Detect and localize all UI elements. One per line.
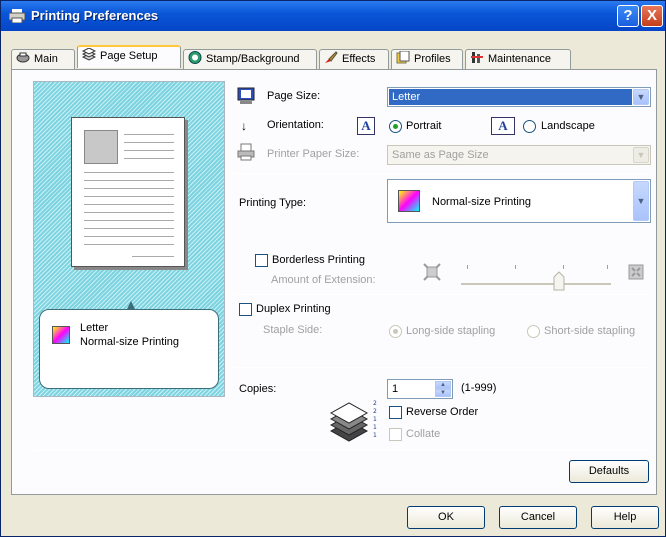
extension-slider-track[interactable] bbox=[461, 283, 611, 285]
amount-of-extension-label: Amount of Extension: bbox=[271, 274, 376, 286]
svg-text:2: 2 bbox=[373, 408, 377, 415]
duplex-printing-checkbox[interactable] bbox=[239, 303, 252, 316]
tools-icon bbox=[471, 52, 483, 63]
pages-icon bbox=[82, 48, 96, 61]
extension-slider-thumb[interactable] bbox=[553, 271, 565, 291]
window-title: Printing Preferences bbox=[31, 8, 159, 23]
normal-size-printing-icon bbox=[52, 326, 70, 344]
duplex-printing-label[interactable]: Duplex Printing bbox=[256, 303, 331, 315]
close-button[interactable]: X bbox=[641, 5, 663, 27]
expand-extension-icon bbox=[628, 264, 644, 280]
arrow-down-icon: ↓ bbox=[241, 119, 247, 133]
page-size-label: Page Size: bbox=[267, 90, 321, 102]
preview-page-size: Letter bbox=[80, 322, 109, 334]
landscape-radio[interactable] bbox=[523, 120, 536, 133]
divider bbox=[233, 367, 651, 368]
reverse-order-checkbox[interactable] bbox=[389, 406, 402, 419]
help-button[interactable]: Help bbox=[591, 506, 659, 529]
divider bbox=[233, 294, 651, 295]
printer-icon bbox=[16, 52, 30, 63]
svg-text:1: 1 bbox=[373, 416, 377, 423]
chevron-down-icon[interactable]: ▼ bbox=[633, 147, 649, 163]
copies-label: Copies: bbox=[239, 383, 277, 395]
divider bbox=[233, 173, 651, 174]
portrait-orientation-icon: A bbox=[357, 117, 375, 135]
help-title-button[interactable]: ? bbox=[617, 5, 639, 27]
tab-page-setup[interactable]: Page Setup bbox=[77, 45, 181, 68]
printer-paper-size-label: Printer Paper Size: bbox=[267, 148, 360, 160]
svg-text:1: 1 bbox=[373, 424, 377, 431]
portrait-radio[interactable] bbox=[389, 120, 402, 133]
preview-printing-type: Normal-size Printing bbox=[80, 336, 180, 348]
stamp-icon bbox=[188, 51, 202, 64]
landscape-orientation-icon: A bbox=[491, 117, 515, 135]
tab-effects[interactable]: Effects bbox=[319, 49, 389, 69]
collate-label[interactable]: Collate bbox=[406, 428, 440, 440]
ok-button[interactable]: OK bbox=[407, 506, 485, 529]
reverse-order-label[interactable]: Reverse Order bbox=[406, 406, 478, 418]
printing-type-label: Printing Type: bbox=[239, 197, 307, 209]
tab-main[interactable]: Main bbox=[11, 49, 75, 69]
spin-down-icon[interactable]: ▼ bbox=[435, 389, 451, 397]
long-side-stapling-label[interactable]: Long-side stapling bbox=[406, 325, 495, 337]
page-preview bbox=[71, 117, 185, 267]
profile-icon bbox=[396, 51, 410, 64]
printing-type-select[interactable]: Normal-size Printing ▼ bbox=[387, 179, 651, 223]
borderless-printing-label[interactable]: Borderless Printing bbox=[272, 254, 365, 266]
shrink-extension-icon bbox=[423, 263, 441, 281]
divider bbox=[33, 450, 651, 451]
svg-text:2: 2 bbox=[373, 400, 377, 407]
printer-paper-icon bbox=[237, 143, 255, 161]
orientation-label: Orientation: bbox=[267, 119, 324, 131]
tab-maintenance[interactable]: Maintenance bbox=[465, 49, 571, 69]
copies-range: (1-999) bbox=[461, 382, 497, 394]
collate-checkbox[interactable] bbox=[389, 428, 402, 441]
short-side-stapling-radio[interactable] bbox=[527, 325, 540, 338]
monitor-icon bbox=[237, 87, 255, 104]
title-bar[interactable]: Printing Preferences ? X bbox=[1, 1, 665, 31]
defaults-button[interactable]: Defaults bbox=[569, 460, 649, 483]
page-size-select[interactable]: Letter ▼ bbox=[387, 87, 651, 107]
callout-pointer bbox=[127, 301, 135, 309]
landscape-label[interactable]: Landscape bbox=[541, 120, 595, 132]
spin-up-icon[interactable]: ▲ bbox=[435, 381, 451, 389]
tab-stamp-background[interactable]: Stamp/Background bbox=[183, 49, 317, 69]
normal-size-printing-icon bbox=[398, 190, 420, 212]
preview-summary-callout: Letter Normal-size Printing bbox=[39, 309, 219, 389]
borderless-printing-checkbox[interactable] bbox=[255, 254, 268, 267]
chevron-down-icon[interactable]: ▼ bbox=[633, 181, 649, 221]
copies-spinner[interactable]: 1 ▲ ▼ bbox=[387, 379, 453, 399]
long-side-stapling-radio[interactable] bbox=[389, 325, 402, 338]
chevron-down-icon[interactable]: ▼ bbox=[633, 89, 649, 105]
cancel-button[interactable]: Cancel bbox=[499, 506, 577, 529]
brush-icon bbox=[325, 51, 338, 63]
short-side-stapling-label[interactable]: Short-side stapling bbox=[544, 325, 635, 337]
portrait-label[interactable]: Portrait bbox=[406, 120, 441, 132]
collate-stack-icon: 22111 bbox=[329, 400, 377, 442]
svg-text:1: 1 bbox=[373, 432, 377, 439]
tab-profiles[interactable]: Profiles bbox=[391, 49, 463, 69]
printer-icon bbox=[9, 9, 25, 23]
preview-image-placeholder bbox=[84, 130, 118, 164]
staple-side-label: Staple Side: bbox=[263, 324, 323, 336]
printer-paper-size-select[interactable]: Same as Page Size ▼ bbox=[387, 145, 651, 165]
printing-preferences-window: Printing Preferences ? X Main Page Setup… bbox=[0, 0, 666, 537]
